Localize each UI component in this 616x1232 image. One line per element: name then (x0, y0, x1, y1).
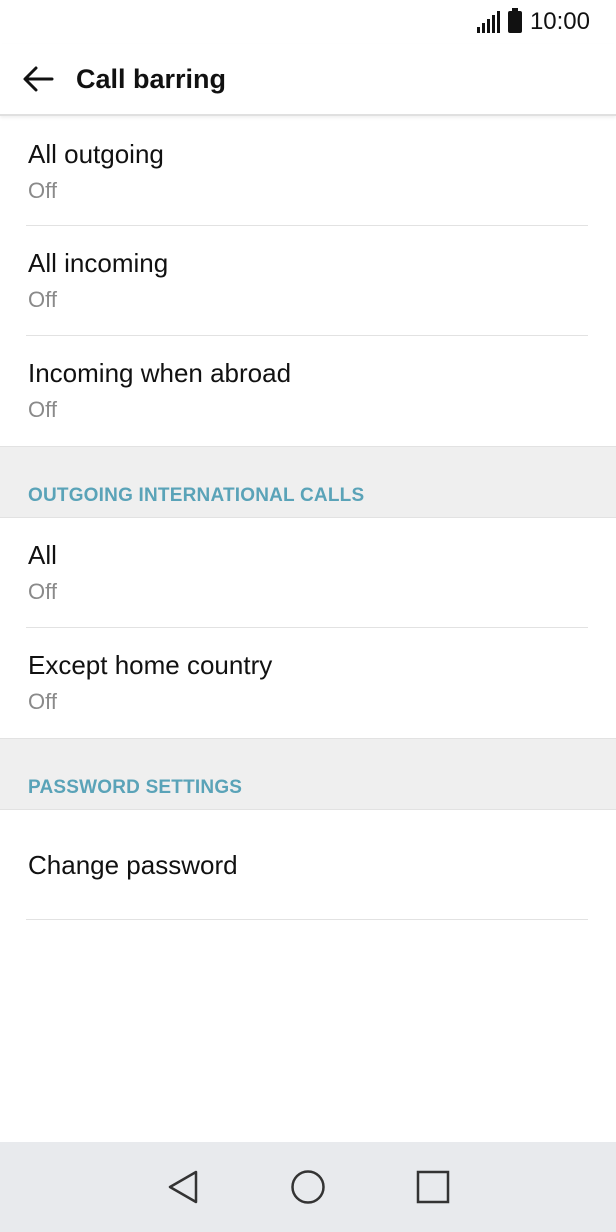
settings-list: All outgoing Off All incoming Off Incomi… (0, 118, 616, 920)
item-subtitle: Off (28, 287, 57, 312)
navigation-bar (0, 1142, 616, 1232)
page-title: Call barring (76, 63, 227, 94)
screen: 10:00 Call barring All outgoing Off All … (0, 0, 616, 1232)
item-title: All outgoing (28, 139, 164, 169)
item-subtitle: Off (28, 178, 57, 203)
list-item-except-home-country[interactable]: Except home country Off (0, 628, 616, 738)
back-arrow-icon[interactable] (0, 43, 76, 115)
item-subtitle: Off (28, 579, 57, 604)
divider (26, 919, 588, 920)
item-title: All (28, 540, 57, 570)
nav-home-icon[interactable] (278, 1157, 338, 1217)
section-label: OUTGOING INTERNATIONAL CALLS (28, 485, 365, 506)
section-label: PASSWORD SETTINGS (28, 777, 243, 798)
status-bar: 10:00 (0, 0, 616, 44)
status-time: 10:00 (529, 8, 590, 35)
item-title: Incoming when abroad (28, 358, 292, 388)
item-title: Change password (28, 850, 238, 880)
item-title: Except home country (28, 650, 273, 680)
signal-icon (476, 11, 500, 33)
list-item-change-password[interactable]: Change password (0, 810, 616, 920)
section-header-international: OUTGOING INTERNATIONAL CALLS (0, 446, 616, 518)
nav-recents-icon[interactable] (403, 1157, 463, 1217)
app-bar: Call barring (0, 44, 616, 116)
list-item-all-outgoing[interactable]: All outgoing Off (0, 118, 616, 226)
list-item-incoming-when-abroad[interactable]: Incoming when abroad Off (0, 336, 616, 446)
nav-back-icon[interactable] (153, 1157, 213, 1217)
list-item-intl-all[interactable]: All Off (0, 518, 616, 628)
item-subtitle: Off (28, 689, 57, 714)
battery-icon (507, 8, 522, 33)
list-item-all-incoming[interactable]: All incoming Off (0, 226, 616, 336)
item-subtitle: Off (28, 397, 57, 422)
section-header-password: PASSWORD SETTINGS (0, 738, 616, 810)
item-title: All incoming (28, 248, 169, 278)
